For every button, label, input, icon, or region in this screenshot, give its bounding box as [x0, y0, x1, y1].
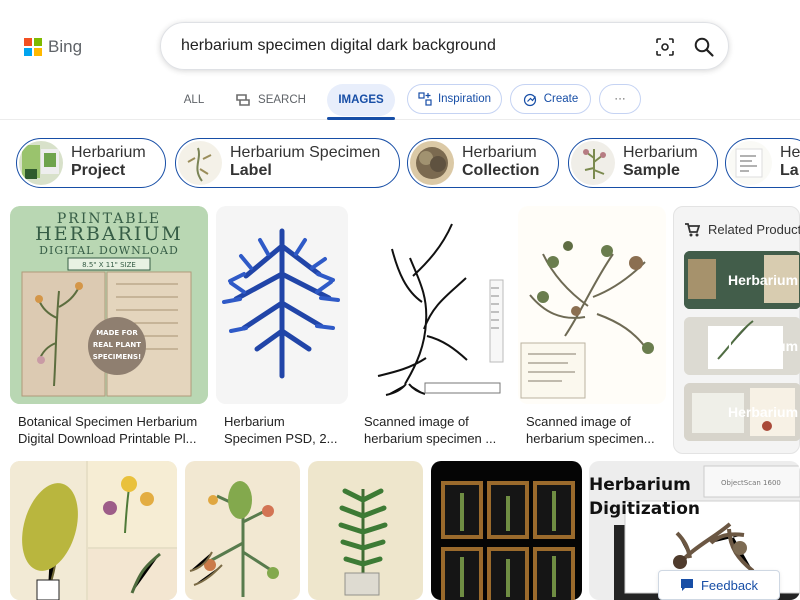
result-caption[interactable]: Herbarium Specimen PSD, 2...: [224, 413, 337, 447]
feedback-button[interactable]: Feedback: [658, 570, 780, 600]
device-label: ObjectScan 1600: [721, 479, 781, 487]
tab-create[interactable]: Create: [510, 84, 591, 114]
thumbnail-title: DIGITAL DOWNLOAD: [39, 244, 179, 257]
chip-thumbnail: [410, 141, 454, 185]
shopping-cart-icon: [685, 223, 700, 237]
result-card-fern-illustration[interactable]: [308, 461, 423, 600]
result-caption[interactable]: Scanned image of herbarium specimen ...: [364, 413, 496, 447]
result-card-herb-illustration[interactable]: [185, 461, 300, 600]
chip-label: Herbarium Project: [71, 144, 146, 179]
result-caption[interactable]: Scanned image of herbarium specimen...: [526, 413, 655, 447]
chip-herbarium-label-partial[interactable]: He La: [725, 138, 800, 188]
result-card-herbarium-psd[interactable]: Herbarium Specimen PSD, 2...: [216, 206, 348, 452]
result-card-framed-specimens[interactable]: [431, 461, 582, 600]
image-results-grid: PRINTABLE HERBARIUM DIGITAL DOWNLOAD 8.5…: [0, 206, 800, 600]
chip-herbarium-specimen-label[interactable]: Herbarium Specimen Label: [175, 138, 400, 188]
thumbnail-size: 8.5" X 11" SIZE: [82, 261, 136, 269]
search-icon[interactable]: [693, 36, 715, 58]
feedback-label: Feedback: [700, 577, 759, 593]
search-box[interactable]: herbarium specimen digital dark backgrou…: [160, 22, 729, 70]
result-image[interactable]: [356, 206, 510, 404]
related-product-item[interactable]: Herbarium: [684, 251, 800, 309]
related-product-label: Herbarium: [728, 338, 799, 354]
bing-logo[interactable]: Bing: [24, 37, 82, 57]
tab-inspiration-label: Inspiration: [437, 93, 492, 105]
result-card-printable-herbarium[interactable]: PRINTABLE HERBARIUM DIGITAL DOWNLOAD 8.5…: [10, 206, 208, 452]
tab-images[interactable]: IMAGES: [327, 84, 395, 120]
chip-label: Herbarium Collection: [462, 144, 540, 179]
result-image[interactable]: [185, 461, 300, 600]
chip-herbarium-project[interactable]: Herbarium Project: [16, 138, 166, 188]
tab-all[interactable]: ALL: [174, 84, 214, 116]
visual-search-icon[interactable]: [655, 37, 675, 57]
tab-create-label: Create: [543, 93, 579, 105]
chip-label: Herbarium Sample: [623, 144, 698, 179]
chip-thumbnail: [178, 141, 222, 185]
inspiration-icon: [418, 92, 432, 106]
feedback-icon: [680, 579, 693, 591]
result-image[interactable]: [518, 206, 666, 404]
result-image[interactable]: [431, 461, 582, 600]
tab-search[interactable]: SEARCH: [229, 84, 311, 116]
create-icon: [523, 93, 536, 106]
chip-thumbnail: [728, 141, 772, 185]
result-card-scanned-specimen-2[interactable]: Scanned image of herbarium specimen...: [518, 206, 666, 452]
thumbnail-overlay-text: Digitization: [589, 499, 700, 519]
copilot-icon: [236, 94, 250, 106]
tab-search-label: SEARCH: [258, 94, 306, 106]
chip-label: He La: [780, 144, 800, 179]
result-image[interactable]: [10, 461, 177, 600]
chip-herbarium-collection[interactable]: Herbarium Collection: [407, 138, 559, 188]
chip-thumbnail: [571, 141, 615, 185]
related-product-label: Herbarium P: [728, 404, 800, 420]
related-products-title: Related Product: [708, 222, 800, 237]
thumbnail-badge-text: REAL PLANT: [93, 341, 141, 349]
bing-icon: [24, 38, 42, 56]
thumbnail-title: HERBARIUM: [35, 223, 183, 245]
search-input[interactable]: herbarium specimen digital dark backgrou…: [181, 37, 496, 55]
related-products-panel: Related Product Herbarium Herbarium Herb…: [673, 206, 800, 454]
more-icon: ···: [614, 93, 626, 105]
related-product-item[interactable]: Herbarium: [684, 317, 800, 375]
bing-wordmark: Bing: [48, 37, 83, 56]
tab-inspiration[interactable]: Inspiration: [407, 84, 502, 114]
tab-all-label: ALL: [183, 94, 205, 106]
result-image[interactable]: [216, 206, 348, 404]
result-image[interactable]: PRINTABLE HERBARIUM DIGITAL DOWNLOAD 8.5…: [10, 206, 208, 404]
result-card-scanned-specimen-1[interactable]: Scanned image of herbarium specimen ...: [356, 206, 510, 452]
header: Bing herbarium specimen digital dark bac…: [0, 0, 800, 80]
chip-label: Herbarium Specimen Label: [230, 144, 381, 179]
related-search-chips: Herbarium Project Herbarium Specimen Label…: [0, 138, 800, 190]
result-image[interactable]: [308, 461, 423, 600]
related-product-item[interactable]: Herbarium P: [684, 383, 800, 441]
search-navigation: ALL SEARCH IMAGES Inspiration Create ···: [0, 80, 800, 120]
result-card-botanical-plates[interactable]: [10, 461, 177, 600]
chip-thumbnail: [19, 141, 63, 185]
thumbnail-badge-text: SPECIMENS!: [93, 353, 142, 361]
thumbnail-badge-text: MADE FOR: [96, 329, 138, 337]
more-button[interactable]: ···: [599, 84, 641, 114]
related-product-label: Herbarium: [728, 272, 799, 288]
chip-herbarium-sample[interactable]: Herbarium Sample: [568, 138, 718, 188]
thumbnail-overlay-text: Herbarium: [589, 475, 691, 495]
tab-images-label: IMAGES: [338, 94, 384, 106]
result-caption[interactable]: Botanical Specimen Herbarium Digital Down…: [18, 413, 197, 447]
